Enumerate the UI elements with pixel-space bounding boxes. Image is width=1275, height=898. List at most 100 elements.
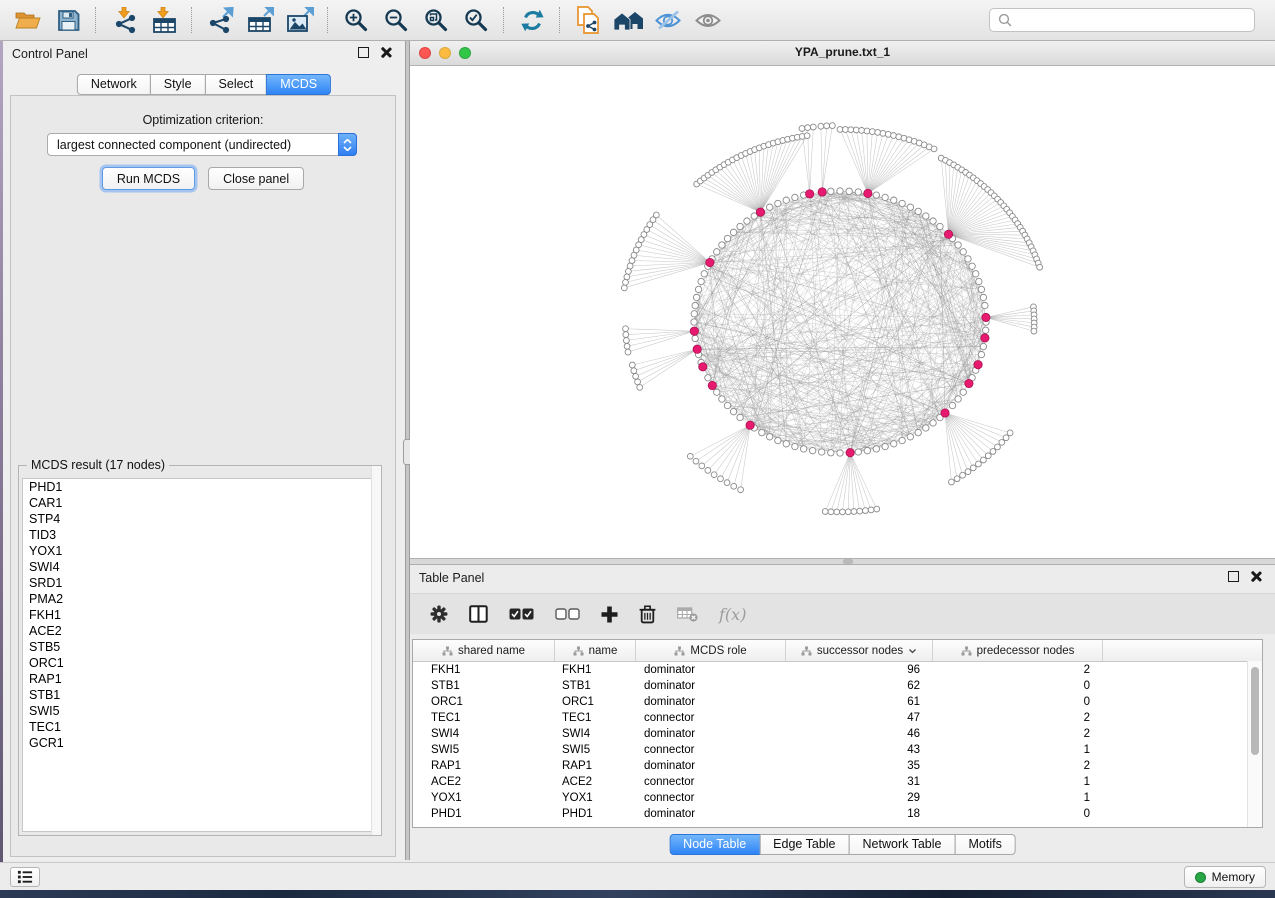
mcds-result-item[interactable]: PMA2 (23, 591, 377, 607)
export-image-icon (286, 7, 314, 33)
delete-row-button[interactable] (639, 605, 656, 624)
mcds-result-item[interactable]: STP4 (23, 511, 377, 527)
task-history-button[interactable] (10, 867, 40, 887)
criterion-dropdown[interactable]: largest connected component (undirected) (47, 133, 357, 156)
sort-descending-icon (908, 648, 917, 654)
mcds-result-item[interactable]: PHD1 (23, 479, 377, 495)
mcds-result-item[interactable]: RAP1 (23, 671, 377, 687)
zoom-fit-button[interactable] (418, 4, 454, 36)
mcds-result-item[interactable]: ORC1 (23, 655, 377, 671)
tab-node-table[interactable]: Node Table (669, 834, 760, 855)
mcds-result-item[interactable]: GCR1 (23, 735, 377, 751)
first-neighbors-button[interactable] (610, 4, 646, 36)
cell-predecessor-nodes: 0 (933, 680, 1103, 692)
column-header-name[interactable]: name (555, 640, 636, 661)
import-network-button[interactable] (106, 4, 142, 36)
zoom-in-button[interactable] (338, 4, 374, 36)
show-all-button[interactable] (690, 4, 726, 36)
tab-style[interactable]: Style (150, 74, 206, 95)
float-panel-icon[interactable] (358, 47, 369, 58)
cell-successor-nodes: 46 (786, 728, 933, 740)
deselect-all-button[interactable] (555, 608, 580, 620)
mcds-result-item[interactable]: CAR1 (23, 495, 377, 511)
memory-status-icon (1195, 872, 1206, 883)
column-label: shared name (458, 645, 525, 657)
table-settings-button[interactable] (430, 605, 448, 623)
cell-shared-name: RAP1 (413, 760, 555, 772)
zoom-out-button[interactable] (378, 4, 414, 36)
close-panel-icon[interactable] (380, 47, 391, 58)
table-row-fkh1[interactable]: FKH1FKH1dominator962 (413, 662, 1262, 678)
table-row-yox1[interactable]: YOX1YOX1connector291 (413, 790, 1262, 806)
table-toolbar: f(x) (410, 593, 1275, 634)
delete-table-button[interactable] (677, 607, 698, 622)
mcds-result-item[interactable]: TID3 (23, 527, 377, 543)
mcds-result-item[interactable]: SWI4 (23, 559, 377, 575)
save-session-button[interactable] (50, 4, 86, 36)
table-row-swi5[interactable]: SWI5SWI5connector431 (413, 742, 1262, 758)
cell-mcds-role: connector (636, 712, 786, 724)
memory-button[interactable]: Memory (1184, 866, 1266, 888)
run-mcds-button[interactable]: Run MCDS (102, 167, 195, 190)
horizontal-splitter[interactable] (410, 558, 1275, 565)
export-network-button[interactable] (202, 4, 238, 36)
tab-network[interactable]: Network (77, 74, 151, 95)
table-row-orc1[interactable]: ORC1ORC1dominator610 (413, 694, 1262, 710)
table-row-ace2[interactable]: ACE2ACE2connector311 (413, 774, 1262, 790)
apply-function-button[interactable]: f(x) (719, 605, 746, 624)
export-table-button[interactable] (242, 4, 278, 36)
open-session-button[interactable] (10, 4, 46, 36)
tab-network-table[interactable]: Network Table (849, 834, 956, 855)
application-window: Control Panel NetworkStyleSelectMCDS Opt… (0, 0, 1275, 898)
tab-edge-table[interactable]: Edge Table (759, 834, 849, 855)
mcds-result-item[interactable]: FKH1 (23, 607, 377, 623)
horizontal-splitter-grip[interactable] (843, 559, 853, 564)
plus-icon (601, 606, 618, 623)
control-panel-tabs: NetworkStyleSelectMCDS (77, 74, 331, 95)
table-row-phd1[interactable]: PHD1PHD1dominator180 (413, 806, 1262, 822)
zoom-selected-icon (463, 7, 489, 33)
cell-shared-name: TEC1 (413, 712, 555, 724)
cell-successor-nodes: 47 (786, 712, 933, 724)
mcds-result-item[interactable]: YOX1 (23, 543, 377, 559)
mcds-result-item[interactable]: STB1 (23, 687, 377, 703)
mcds-result-item[interactable]: ACE2 (23, 623, 377, 639)
mcds-list-scrollbar[interactable] (371, 466, 381, 835)
refresh-view-button[interactable] (514, 4, 550, 36)
column-header-shared-name[interactable]: shared name (413, 640, 555, 661)
zoom-selected-button[interactable] (458, 4, 494, 36)
cell-successor-nodes: 31 (786, 776, 933, 788)
close-table-panel-icon[interactable] (1250, 571, 1261, 582)
table-scrollbar-thumb[interactable] (1251, 667, 1259, 755)
column-label: name (589, 645, 618, 657)
network-canvas[interactable] (410, 66, 1275, 558)
cell-mcds-role: dominator (636, 696, 786, 708)
table-scrollbar[interactable] (1247, 661, 1262, 827)
add-row-button[interactable] (601, 606, 618, 623)
hide-selected-button[interactable] (650, 4, 686, 36)
column-layout-button[interactable] (469, 605, 488, 623)
mcds-result-item[interactable]: TEC1 (23, 719, 377, 735)
column-header-successor-nodes[interactable]: successor nodes (786, 640, 933, 661)
mcds-result-item[interactable]: SWI5 (23, 703, 377, 719)
table-row-stb1[interactable]: STB1STB1dominator620 (413, 678, 1262, 694)
search-input[interactable] (1018, 10, 1254, 30)
tab-motifs[interactable]: Motifs (954, 834, 1015, 855)
table-row-tec1[interactable]: TEC1TEC1connector472 (413, 710, 1262, 726)
mcds-result-item[interactable]: STB5 (23, 639, 377, 655)
close-panel-button[interactable]: Close panel (208, 167, 304, 190)
column-header-mcds-role[interactable]: MCDS role (636, 640, 786, 661)
network-graph[interactable] (410, 66, 1275, 558)
select-all-button[interactable] (509, 608, 534, 620)
duplicate-network-button[interactable] (570, 4, 606, 36)
cell-name: TEC1 (555, 712, 636, 724)
tab-mcds[interactable]: MCDS (266, 74, 331, 95)
export-image-button[interactable] (282, 4, 318, 36)
table-row-swi4[interactable]: SWI4SWI4dominator462 (413, 726, 1262, 742)
mcds-result-item[interactable]: SRD1 (23, 575, 377, 591)
tab-select[interactable]: Select (205, 74, 268, 95)
table-row-rap1[interactable]: RAP1RAP1dominator352 (413, 758, 1262, 774)
column-header-predecessor-nodes[interactable]: predecessor nodes (933, 640, 1103, 661)
float-table-panel-icon[interactable] (1228, 571, 1239, 582)
import-table-button[interactable] (146, 4, 182, 36)
